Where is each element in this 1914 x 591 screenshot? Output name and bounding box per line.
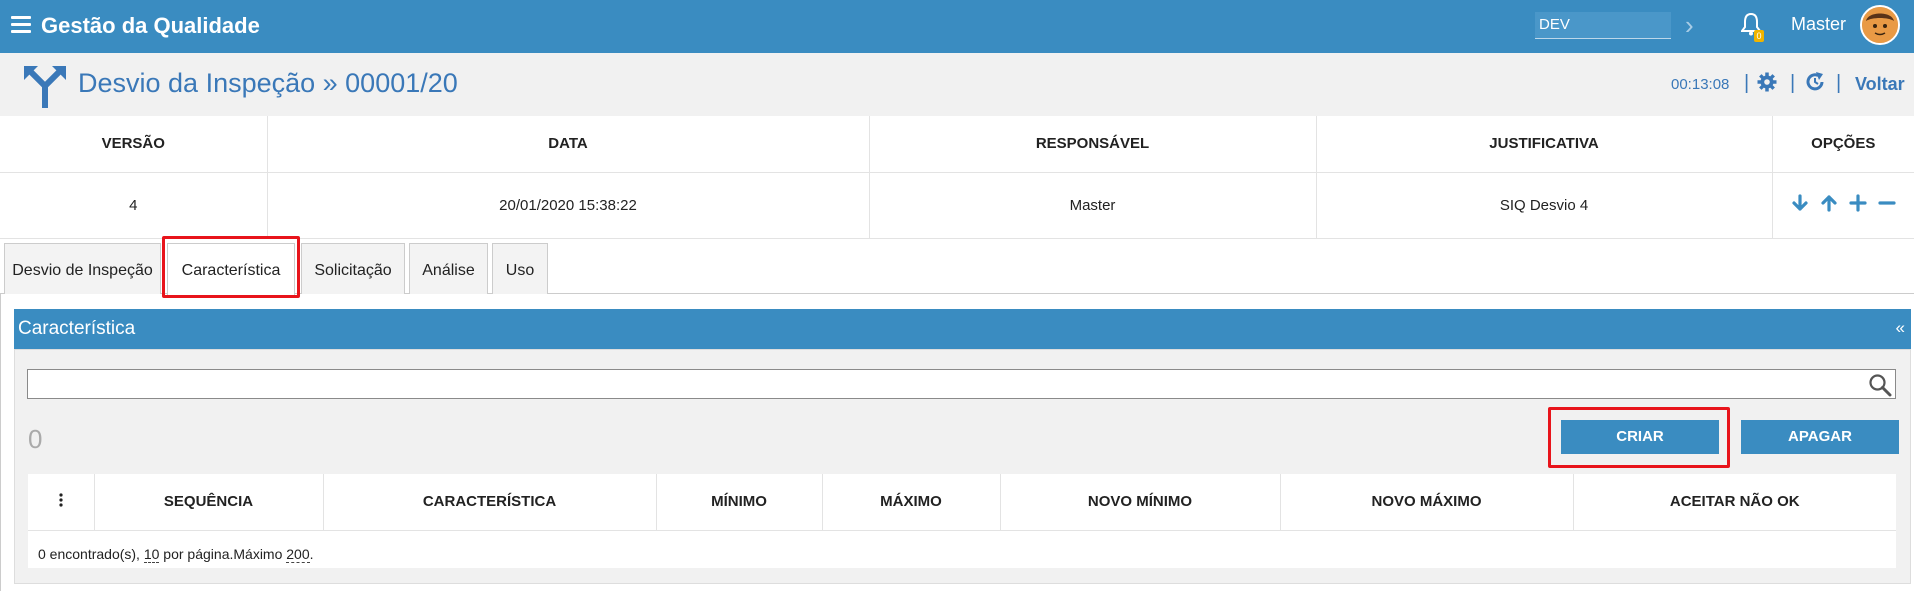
separator: | — [1836, 72, 1842, 94]
hamburger-menu-icon[interactable] — [11, 16, 31, 34]
separator: | — [1744, 72, 1750, 94]
separator: | — [1790, 72, 1796, 94]
plus-icon[interactable] — [1849, 194, 1867, 216]
version-cell: 4 — [0, 172, 268, 239]
column-header[interactable]: MÁXIMO — [822, 474, 1001, 531]
session-timer: 00:13:08 — [1671, 76, 1730, 93]
table-row[interactable]: 4 20/01/2020 15:38:22 Master SIQ Desvio … — [0, 172, 1914, 239]
arrow-down-icon[interactable] — [1791, 194, 1809, 216]
top-bar: Gestão da Qualidade DEV › 0 Master — [0, 0, 1914, 53]
search-icon[interactable] — [1868, 373, 1892, 402]
column-header[interactable]: JUSTIFICATIVA — [1316, 116, 1773, 173]
options-cell — [1772, 172, 1914, 239]
per-page-text: por página.Máximo — [159, 546, 287, 562]
avatar[interactable] — [1860, 5, 1900, 45]
app-title: Gestão da Qualidade — [41, 13, 260, 38]
minus-icon[interactable] — [1878, 194, 1896, 216]
table-header-row: VERSÃO DATA RESPONSÁVEL JUSTIFICATIVA OP… — [0, 116, 1914, 173]
pagination-info: 0 encontrado(s), 10 por página.Máximo 20… — [38, 546, 314, 563]
tab-solicitacao[interactable]: Solicitação — [301, 243, 405, 294]
characteristics-table: SEQUÊNCIA CARACTERÍSTICA MÍNIMO MÁXIMO N… — [28, 474, 1896, 531]
table-header-row: SEQUÊNCIA CARACTERÍSTICA MÍNIMO MÁXIMO N… — [28, 474, 1896, 531]
highlight-box — [1548, 407, 1730, 468]
column-header[interactable]: NOVO MÁXIMO — [1280, 474, 1574, 531]
max-link[interactable]: 200 — [286, 546, 310, 563]
record-count: 0 — [28, 424, 43, 454]
arrow-up-icon[interactable] — [1820, 194, 1838, 216]
footer-end: . — [309, 546, 314, 562]
tab-analise[interactable]: Análise — [409, 243, 488, 294]
column-header[interactable]: CARACTERÍSTICA — [323, 474, 657, 531]
collapse-icon[interactable]: « — [1896, 318, 1905, 338]
column-header[interactable]: SEQUÊNCIA — [94, 474, 324, 531]
search-input[interactable] — [27, 369, 1896, 399]
panel-title: Característica — [18, 318, 136, 339]
fork-arrows-icon — [22, 60, 68, 113]
environment-field[interactable]: DEV — [1535, 12, 1671, 39]
responsible-cell: Master — [869, 172, 1317, 239]
page-title: Desvio da Inspeção » 00001/20 — [78, 68, 458, 98]
gear-icon[interactable] — [1757, 72, 1777, 97]
refresh-icon[interactable] — [1804, 71, 1826, 98]
back-link[interactable]: Voltar — [1855, 74, 1905, 95]
tab-desvio-de-inspecao[interactable]: Desvio de Inspeção — [4, 243, 161, 294]
chevron-right-icon[interactable]: › — [1685, 10, 1694, 41]
delete-button[interactable]: APAGAR — [1741, 420, 1899, 454]
column-header: OPÇÕES — [1772, 116, 1914, 173]
column-header[interactable]: DATA — [267, 116, 870, 173]
found-text: 0 encontrado(s), — [38, 546, 144, 562]
date-cell: 20/01/2020 15:38:22 — [267, 172, 870, 239]
title-bar: Desvio da Inspeção » 00001/20 00:13:08 |… — [0, 53, 1914, 116]
highlight-box — [162, 236, 300, 298]
column-header[interactable]: ACEITAR NÃO OK — [1573, 474, 1896, 531]
per-page-link[interactable]: 10 — [143, 546, 160, 563]
justification-cell: SIQ Desvio 4 — [1316, 172, 1773, 239]
notification-badge: 0 — [1754, 30, 1764, 42]
tab-uso[interactable]: Uso — [492, 243, 548, 294]
versions-table: VERSÃO DATA RESPONSÁVEL JUSTIFICATIVA OP… — [0, 116, 1914, 239]
panel-header: Característica « — [14, 309, 1911, 349]
column-header[interactable]: MÍNIMO — [656, 474, 823, 531]
column-header[interactable]: RESPONSÁVEL — [869, 116, 1317, 173]
column-header[interactable]: VERSÃO — [0, 116, 268, 173]
column-menu-icon[interactable] — [28, 474, 95, 531]
column-header[interactable]: NOVO MÍNIMO — [1000, 474, 1281, 531]
user-name[interactable]: Master — [1791, 14, 1846, 35]
